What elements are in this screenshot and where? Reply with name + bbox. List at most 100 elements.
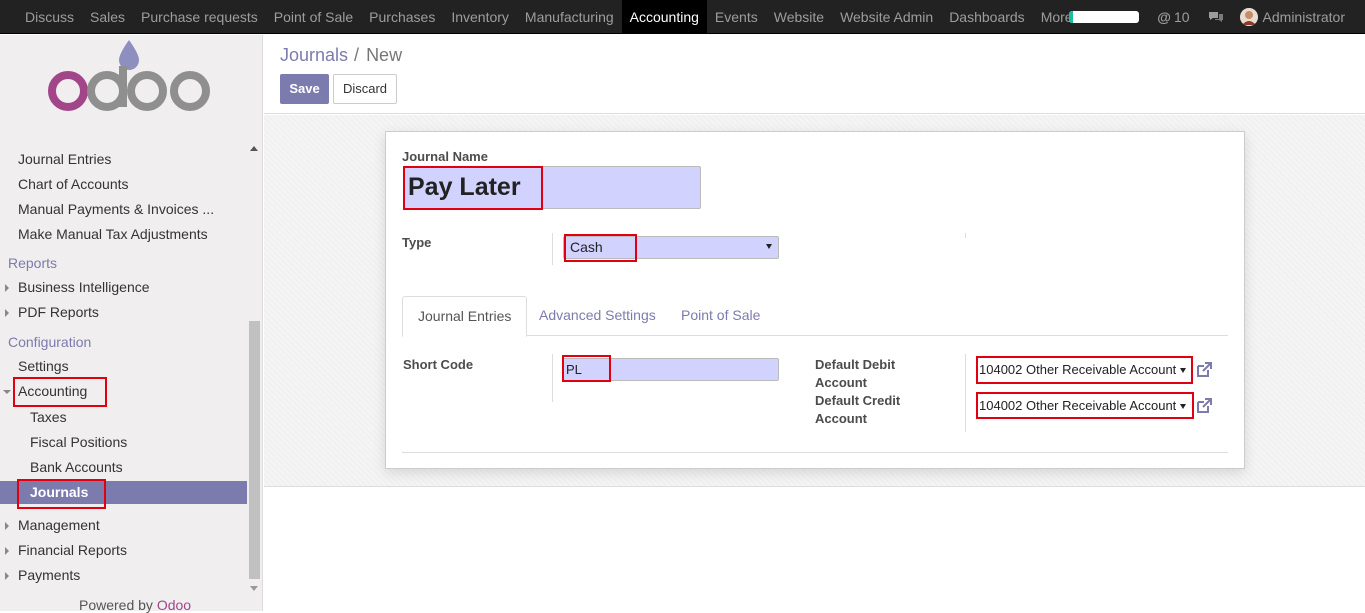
menu-website[interactable]: Website: [766, 0, 832, 34]
systray: @10 Administrator: [1069, 0, 1365, 34]
menu-accounting[interactable]: Accounting: [621, 0, 707, 34]
sidebar-item-accounting[interactable]: Accounting: [0, 379, 247, 404]
sidebar-item-financial-reports[interactable]: Financial Reports: [0, 538, 247, 563]
sidebar-item-journals[interactable]: Journals: [0, 481, 247, 504]
sidebar-item-bank-accounts[interactable]: Bank Accounts: [0, 455, 247, 480]
sidebar-item-business-intelligence[interactable]: Business Intelligence: [0, 275, 247, 300]
chat-icon[interactable]: [1208, 11, 1224, 23]
user-menu[interactable]: Administrator: [1239, 8, 1345, 26]
menu-point-of-sale[interactable]: Point of Sale: [266, 0, 361, 34]
app-menu: Discuss Sales Purchase requests Point of…: [17, 0, 1094, 34]
mentions-count: 10: [1173, 9, 1190, 25]
default-credit-label-2: Account: [815, 411, 867, 426]
sidebar-item-label: Financial Reports: [18, 542, 127, 558]
sidebar-item-chart-of-accounts[interactable]: Chart of Accounts: [0, 172, 247, 197]
avatar-image: [1239, 8, 1258, 26]
menu-inventory[interactable]: Inventory: [443, 0, 517, 34]
journal-name-value: Pay Later: [408, 173, 521, 201]
default-credit-value[interactable]: 104002 Other Receivable Account: [979, 398, 1176, 413]
sidebar-item-fiscal-positions[interactable]: Fiscal Positions: [0, 430, 247, 455]
sidebar-item-label: Settings: [18, 358, 69, 374]
default-debit-value[interactable]: 104002 Other Receivable Account: [979, 362, 1176, 377]
sidebar-item-management[interactable]: Management: [0, 513, 247, 538]
menu-events[interactable]: Events: [707, 0, 766, 34]
tab-point-of-sale[interactable]: Point of Sale: [666, 296, 775, 336]
top-navbar: Discuss Sales Purchase requests Point of…: [0, 0, 1365, 34]
field-divider: [552, 354, 553, 402]
sidebar-item-settings[interactable]: Settings: [0, 354, 247, 379]
menu-dashboards[interactable]: Dashboards: [941, 0, 1033, 34]
caret-right-icon: [5, 572, 9, 580]
at-icon: @: [1157, 9, 1171, 25]
menu-discuss[interactable]: Discuss: [17, 0, 82, 34]
sidebar-item-label: PDF Reports: [18, 304, 99, 320]
breadcrumb-current: New: [366, 45, 403, 65]
menu-purchase-requests[interactable]: Purchase requests: [133, 0, 266, 34]
sidebar-item-pdf-reports[interactable]: PDF Reports: [0, 300, 247, 325]
external-link-icon[interactable]: [1195, 397, 1213, 415]
sidebar-item-label: Payments: [18, 567, 81, 583]
dropdown-caret-icon[interactable]: [1180, 368, 1186, 373]
notebook-tabs: Journal Entries Advanced Settings Point …: [402, 296, 1228, 337]
external-link-icon[interactable]: [1195, 361, 1213, 379]
scroll-down-icon[interactable]: [250, 586, 258, 591]
sidebar-item-label: Management: [18, 517, 100, 533]
menu-website-admin[interactable]: Website Admin: [832, 0, 941, 34]
menu-more-label: More: [1040, 9, 1073, 25]
sidebar-scroll-thumb[interactable]: [249, 321, 260, 579]
sidebar: Journal Entries Chart of Accounts Manual…: [0, 35, 263, 613]
short-code-value: PL: [566, 362, 582, 377]
caret-down-icon: [3, 390, 11, 394]
menu-sales[interactable]: Sales: [82, 0, 133, 34]
user-name: Administrator: [1262, 9, 1345, 25]
breadcrumb: Journals / New: [280, 45, 402, 66]
caret-right-icon: [5, 547, 9, 555]
short-code-input[interactable]: [562, 358, 779, 381]
sidebar-item-tax-adjustments[interactable]: Make Manual Tax Adjustments: [0, 222, 247, 247]
sidebar-item-payments[interactable]: Payments: [0, 563, 247, 588]
caret-right-icon: [5, 522, 9, 530]
default-credit-label: Default Credit: [815, 393, 901, 408]
breadcrumb-journals[interactable]: Journals: [280, 45, 348, 65]
tab-journal-entries[interactable]: Journal Entries: [402, 296, 528, 337]
caret-right-icon: [5, 309, 9, 317]
field-divider: [965, 233, 966, 238]
field-divider: [965, 354, 966, 432]
scroll-up-icon[interactable]: [250, 146, 258, 151]
sidebar-item-taxes[interactable]: Taxes: [0, 405, 247, 430]
dropdown-caret-icon: [766, 244, 772, 249]
sidebar-item-label: Accounting: [18, 383, 88, 399]
menu-manufacturing[interactable]: Manufacturing: [517, 0, 622, 34]
sidebar-section-configuration: Configuration: [0, 330, 247, 355]
sidebar-section-reports: Reports: [0, 251, 247, 276]
sidebar-item-label: Manual Payments & Invoices ...: [18, 201, 215, 217]
breadcrumb-separator: /: [354, 45, 360, 65]
sidebar-item-label: Business Intelligence: [18, 279, 150, 295]
discard-button[interactable]: Discard: [333, 74, 397, 104]
sidebar-item-journal-entries[interactable]: Journal Entries: [0, 147, 247, 172]
caret-right-icon: [5, 284, 9, 292]
field-divider: [552, 233, 553, 265]
form-separator: [402, 452, 1228, 453]
journal-name-label: Journal Name: [402, 149, 488, 164]
sidebar-item-label: Journals: [30, 484, 89, 500]
default-debit-label: Default Debit: [815, 357, 896, 372]
sidebar-section-label: Reports: [8, 255, 58, 271]
dropdown-caret-icon[interactable]: [1180, 404, 1186, 409]
avatar: [1239, 8, 1258, 26]
save-button[interactable]: Save: [280, 74, 329, 104]
odoo-logo: [48, 40, 210, 111]
short-code-label: Short Code: [403, 357, 474, 372]
menu-purchases[interactable]: Purchases: [361, 0, 443, 34]
sidebar-item-manual-payments[interactable]: Manual Payments & Invoices ...: [0, 197, 247, 222]
sidebar-item-label: Fiscal Positions: [30, 434, 128, 450]
mentions-counter[interactable]: @10: [1157, 9, 1189, 25]
type-value: Cash: [570, 239, 603, 255]
type-label: Type: [402, 235, 432, 250]
control-panel: Journals / New Save Discard: [264, 35, 1365, 114]
tab-advanced-settings[interactable]: Advanced Settings: [524, 296, 671, 336]
progress-bar: [1069, 11, 1140, 23]
sidebar-item-label: Make Manual Tax Adjustments: [18, 226, 208, 242]
sidebar-item-label: Chart of Accounts: [18, 176, 129, 192]
sidebar-item-label: Journal Entries: [18, 151, 112, 167]
